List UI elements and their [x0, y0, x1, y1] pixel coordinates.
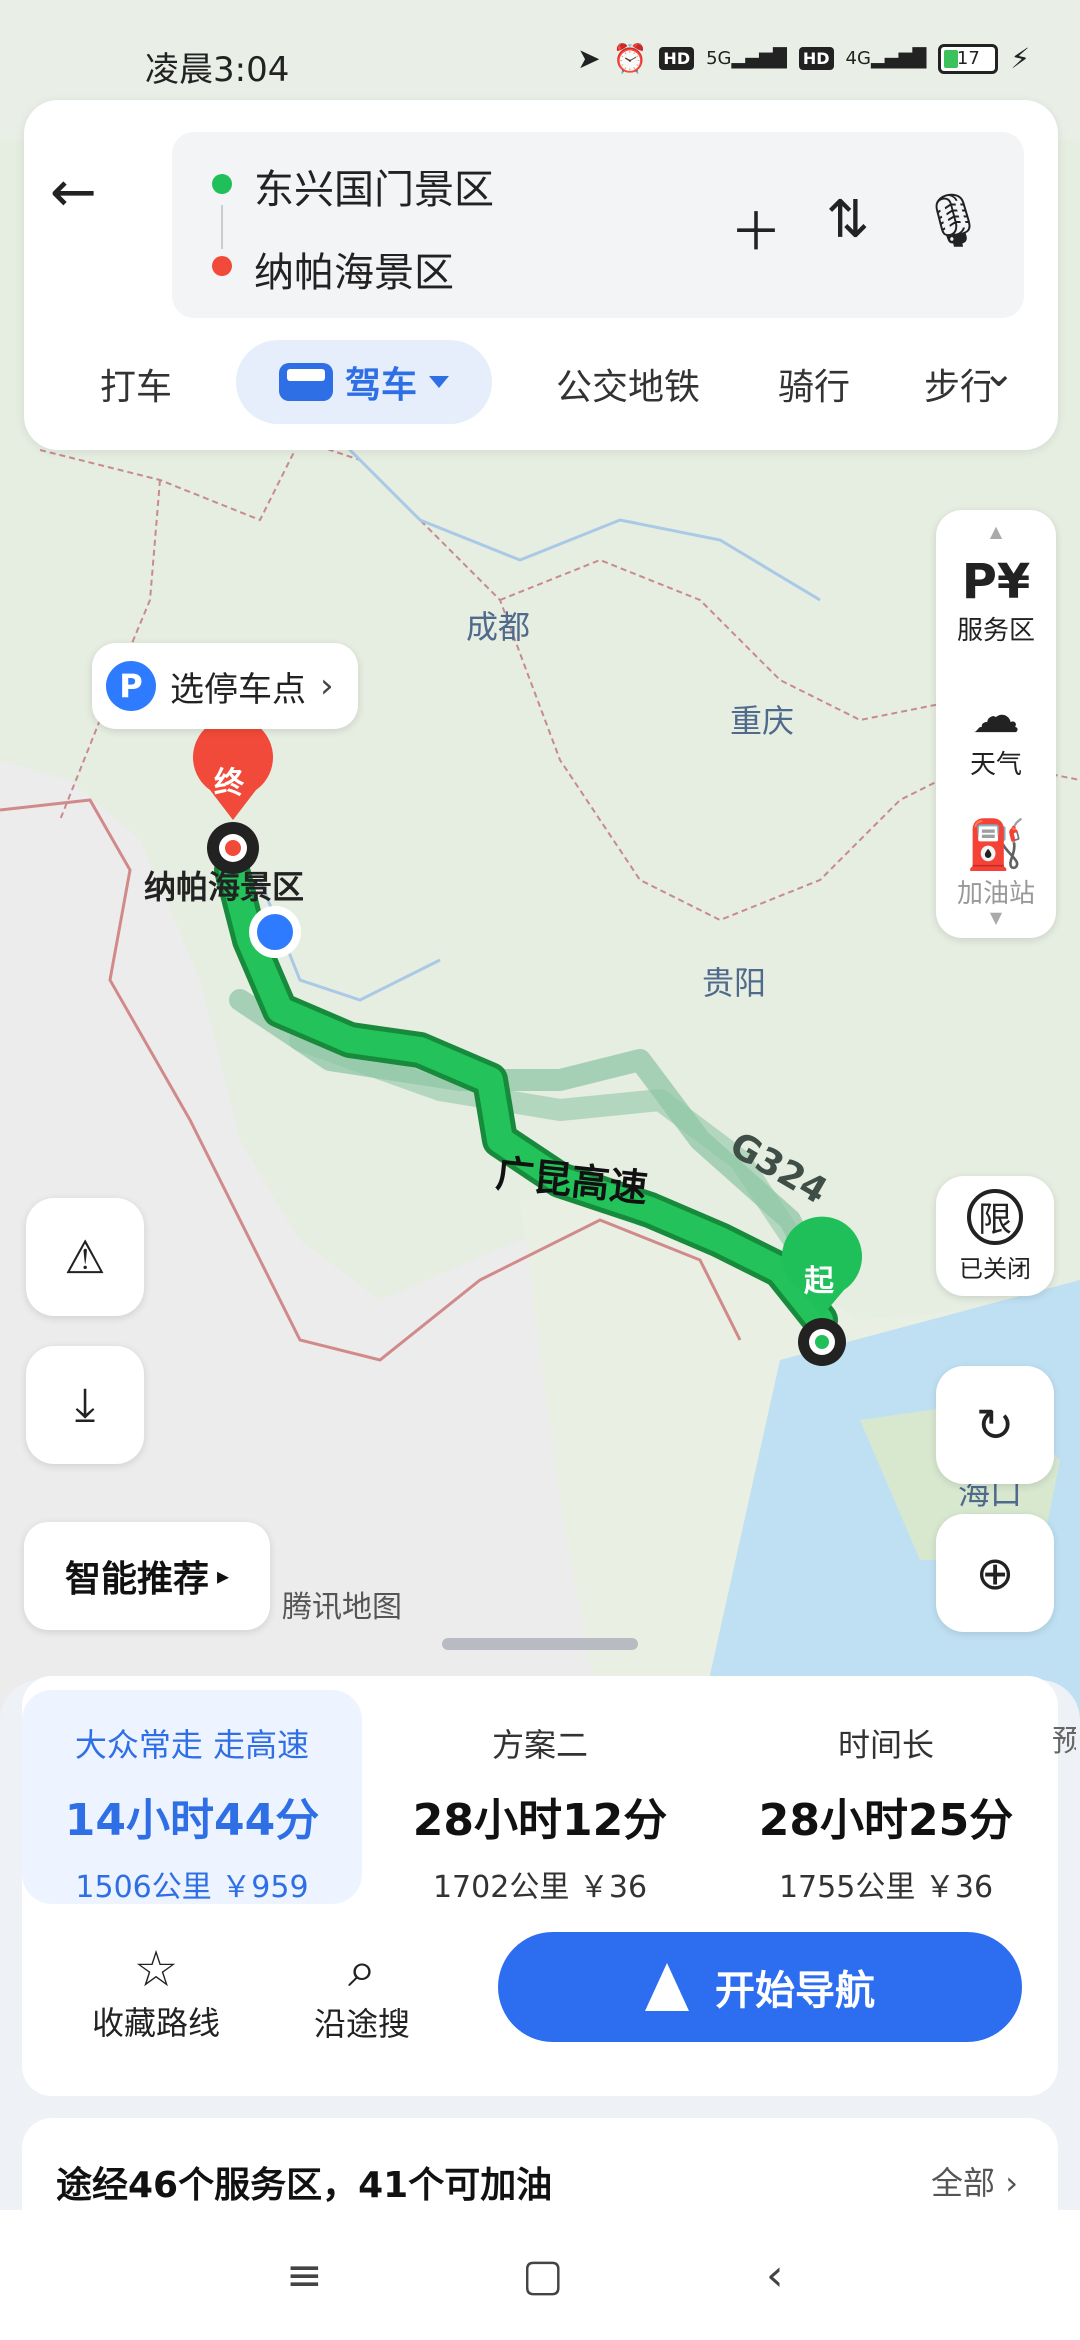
refresh-button[interactable]: ↻ [936, 1366, 1054, 1484]
refresh-icon: ↻ [975, 1398, 1015, 1452]
route-option-duration: 28小时25分 [758, 1795, 1014, 1846]
service-area-icon: P¥ [961, 554, 1031, 610]
end-dot-icon [212, 256, 232, 276]
menu-icon[interactable]: ≡ [286, 2250, 323, 2301]
route-option-meta: 1702公里 ￥36 [432, 1870, 648, 1905]
download-button[interactable]: ⤓ [26, 1346, 144, 1464]
locate-button[interactable]: ⊕ [936, 1514, 1054, 1632]
route-option-4-peek[interactable]: 预 [1052, 1716, 1076, 1760]
star-icon: ☆ [133, 1940, 179, 1998]
smart-recommend-button[interactable]: 智能推荐 ▸ [24, 1522, 270, 1630]
search-along-label: 沿途搜 [313, 2005, 410, 2043]
map-tools-panel: ▲ P¥ 服务区 ☁ 天气 ⛽ 加油站 ▼ [936, 510, 1056, 938]
restriction-label: 已关闭 [959, 1254, 1031, 1283]
map-label-guiyang: 贵阳 [702, 964, 767, 1002]
feedback-button[interactable]: ⚠ [26, 1198, 144, 1316]
location-icon: ➤ [577, 42, 601, 75]
route-option-meta: 1506公里 ￥959 [75, 1870, 309, 1905]
navigation-arrow-icon [645, 1963, 689, 2011]
tab-transit[interactable]: 公交地铁 [556, 358, 700, 410]
battery-icon: 17 [938, 43, 999, 74]
tab-drive-label: 驾车 [344, 365, 417, 406]
search-along-button[interactable]: ⌕ 沿途搜 [272, 1940, 452, 2045]
alarm-icon: ⏰ [612, 42, 648, 75]
route-option-1[interactable]: 大众常走 走高速 14小时44分 1506公里 ￥959 [22, 1690, 362, 1905]
home-square-icon[interactable]: ▢ [522, 2250, 564, 2301]
chevron-right-icon: › [320, 666, 334, 706]
tab-taxi[interactable]: 打车 [100, 358, 172, 410]
end-marker-text: 终 [214, 766, 244, 801]
parking-icon: P [106, 661, 156, 711]
route-option-tag: 方案二 [491, 1726, 588, 1764]
system-nav-bar: ≡ ▢ ‹ [0, 2210, 1080, 2340]
hd-badge-1: HD [659, 47, 695, 70]
download-icon: ⤓ [74, 1377, 96, 1431]
restriction-icon: 限 [967, 1188, 1023, 1245]
fuel-label: 加油站 [956, 879, 1035, 908]
scroll-up-icon[interactable]: ▲ [936, 522, 1056, 541]
map-label-chengdu: 成都 [466, 608, 531, 646]
battery-level: 17 [956, 47, 980, 69]
charging-icon: ⚡ [1010, 42, 1030, 75]
tab-bike[interactable]: 骑行 [778, 358, 850, 410]
sheet-handle[interactable] [442, 1638, 638, 1650]
modes-more-chevron-icon[interactable]: ⌄ [982, 350, 1016, 396]
start-navigation-button[interactable]: 开始导航 [498, 1932, 1022, 2042]
route-option-tag: 大众常走 走高速 [74, 1726, 310, 1764]
fuel-icon: ⛽ [966, 817, 1026, 873]
service-area-all-link[interactable]: 全部 › [931, 2158, 1018, 2204]
feedback-icon: ⚠ [64, 1230, 106, 1284]
microphone-icon[interactable]: 🎙 [920, 190, 986, 251]
route-option-duration: 28小时12分 [412, 1795, 668, 1846]
search-icon: ⌕ [348, 1940, 376, 1998]
locate-icon: ⊕ [975, 1546, 1015, 1600]
route-option-2[interactable]: 方案二 28小时12分 1702公里 ￥36 [370, 1690, 710, 1905]
signal-4g: 4G▂▄▆█ [845, 48, 927, 69]
route-connector [221, 205, 223, 249]
start-location-field[interactable]: 东兴国门景区 [254, 157, 494, 215]
route-option-tag: 时间长 [837, 1726, 934, 1764]
add-waypoint-icon[interactable]: ＋ [730, 190, 782, 265]
route-option-meta: 1755公里 ￥36 [778, 1870, 994, 1905]
service-area-label: 服务区 [956, 616, 1035, 646]
smart-recommend-label: 智能推荐 [64, 1559, 209, 1600]
tab-drive[interactable]: 驾车 [236, 340, 492, 424]
route-option-3[interactable]: 时间长 28小时25分 1755公里 ￥36 [716, 1690, 1056, 1905]
weather-icon: ☁ [972, 688, 1020, 744]
transport-mode-tabs: 打车 驾车 公交地铁 骑行 步行 ⌄ [24, 338, 1058, 438]
triangle-right-icon: ▸ [216, 1562, 230, 1590]
back-chevron-icon[interactable]: ‹ [766, 2250, 784, 2301]
start-marker-text: 起 [804, 1264, 834, 1299]
parking-point-button[interactable]: P 选停车点 › [92, 643, 358, 729]
hd-badge-2: HD [798, 47, 834, 70]
start-dot-icon [212, 174, 232, 194]
end-place-label: 纳帕海景区 [144, 868, 305, 906]
status-time: 凌晨3:04 [145, 50, 290, 90]
service-area-button[interactable]: P¥ 服务区 [936, 554, 1056, 647]
start-navigation-label: 开始导航 [715, 1968, 875, 2014]
map-watermark: 腾讯地图 [282, 1590, 402, 1625]
swap-icon[interactable]: ⇅ [826, 190, 870, 250]
tab-walk[interactable]: 步行 [924, 358, 990, 410]
signal-5g: 5G▂▄▆█ [706, 48, 787, 69]
weather-label: 天气 [969, 750, 1022, 780]
weather-button[interactable]: ☁ 天气 [936, 688, 1056, 781]
end-location-field[interactable]: 纳帕海景区 [254, 240, 454, 298]
service-area-summary-text: 途经46个服务区，41个可加油 [56, 2165, 553, 2206]
chevron-down-icon [429, 376, 449, 388]
favorite-route-button[interactable]: ☆ 收藏路线 [66, 1940, 246, 2044]
route-option-duration: 14小时44分 [64, 1795, 320, 1846]
scroll-down-icon[interactable]: ▼ [936, 908, 1056, 927]
back-arrow-icon[interactable]: ← [50, 160, 97, 225]
map-label-chongqing: 重庆 [730, 702, 795, 740]
fuel-station-button[interactable]: ⛽ 加油站 [936, 816, 1056, 908]
parking-label: 选停车点 [170, 669, 306, 710]
status-icons: ➤ ⏰ HD 5G▂▄▆█ HD 4G▂▄▆█ 17 ⚡ [577, 42, 1030, 75]
car-icon [278, 363, 333, 401]
restriction-toggle[interactable]: 限 已关闭 [936, 1176, 1054, 1296]
favorite-route-label: 收藏路线 [91, 2004, 220, 2042]
